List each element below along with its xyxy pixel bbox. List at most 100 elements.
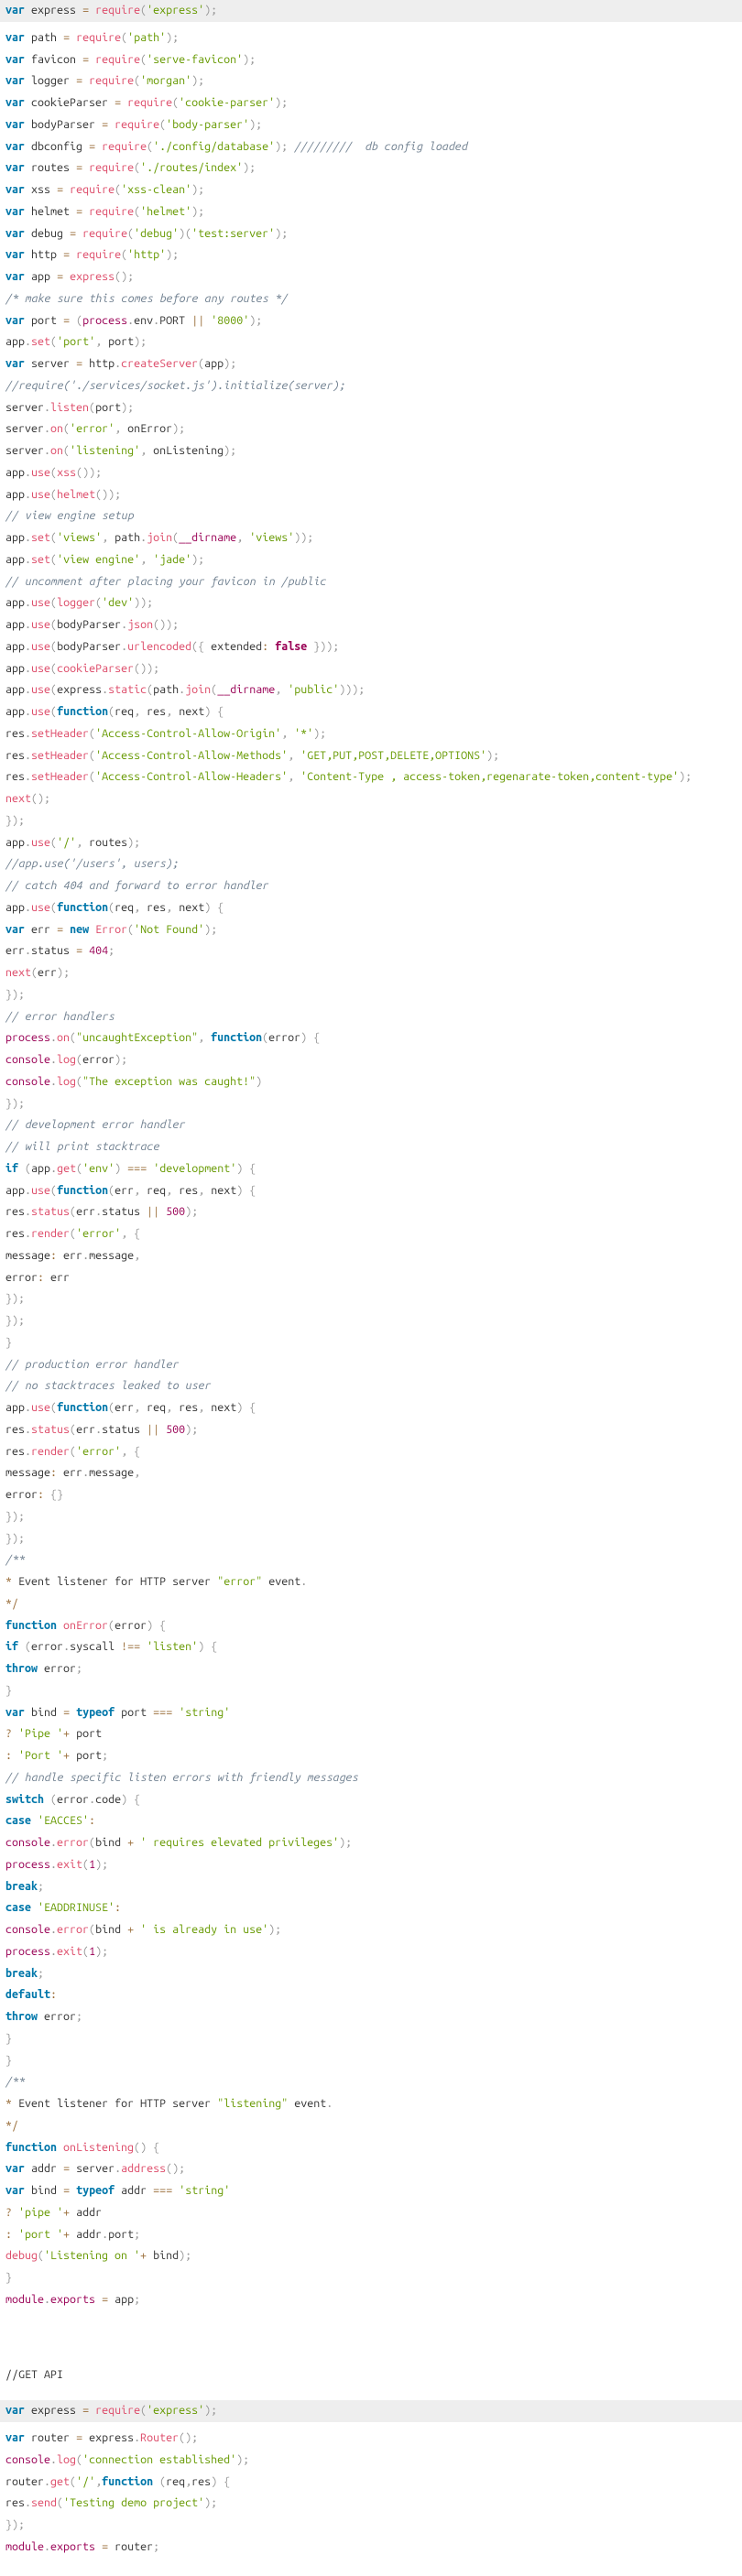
code-text: var express = require('express'); xyxy=(5,4,217,16)
code-line: */ xyxy=(5,1593,737,1615)
code-line: process.exit(1); xyxy=(5,1941,737,1963)
code-line: /** xyxy=(5,2071,737,2093)
code-line: app.set('port', port); xyxy=(5,332,737,353)
code-line: process.exit(1); xyxy=(5,1854,737,1876)
code-line: res.status(err.status || 500); xyxy=(5,1201,737,1223)
code-line: /* make sure this comes before any route… xyxy=(5,288,737,310)
code-line: var helmet = require('helmet'); xyxy=(5,201,737,223)
code-line: function onListening() { xyxy=(5,2137,737,2159)
code-line: } xyxy=(5,1332,737,1354)
code-text: var express = require('express'); xyxy=(5,2404,217,2417)
code-line: // development error handler xyxy=(5,1114,737,1136)
code-line: default: xyxy=(5,1984,737,2006)
code-line: res.status(err.status || 500); xyxy=(5,1419,737,1441)
code-line: server.listen(port); xyxy=(5,397,737,419)
code-line: var bind = typeof port === 'string' xyxy=(5,1702,737,1724)
code-line: var favicon = require('serve-favicon'); xyxy=(5,49,737,71)
code-line: server.on('listening', onListening); xyxy=(5,440,737,462)
code-line: if (app.get('env') === 'development') { xyxy=(5,1158,737,1180)
code-line: res.setHeader('Access-Control-Allow-Orig… xyxy=(5,723,737,745)
code-line: res.render('error', { xyxy=(5,1441,737,1463)
code-line: throw error; xyxy=(5,2006,737,2028)
code-line: : 'Port '+ port; xyxy=(5,1745,737,1767)
code-highlight-line: var express = require('express'); xyxy=(0,0,742,22)
code-line: ? 'pipe '+ addr xyxy=(5,2202,737,2224)
code-line: message: err.message, xyxy=(5,1245,737,1267)
code-line: }); xyxy=(5,1310,737,1332)
code-line: app.use(helmet()); xyxy=(5,484,737,506)
code-line: } xyxy=(5,2050,737,2072)
code-line: }); xyxy=(5,810,737,832)
code-line: res.send('Testing demo project'); xyxy=(5,2493,737,2515)
code-line: next(); xyxy=(5,788,737,810)
code-line: var app = express(); xyxy=(5,266,737,288)
code-line: var addr = server.address(); xyxy=(5,2158,737,2180)
code-line: var path = require('path'); xyxy=(5,27,737,49)
code-line: error: {} xyxy=(5,1484,737,1506)
code-line: } xyxy=(5,2028,737,2050)
code-line: var server = http.createServer(app); xyxy=(5,353,737,375)
section-heading: //GET API xyxy=(0,2361,742,2390)
code-line: app.use(express.static(path.join(__dirna… xyxy=(5,679,737,701)
code-highlight-line: var express = require('express'); xyxy=(0,2400,742,2422)
code-line: app.use(function(err, req, res, next) { xyxy=(5,1397,737,1419)
code-line: }); xyxy=(5,1528,737,1550)
code-line: switch (error.code) { xyxy=(5,1789,737,1811)
code-line: res.setHeader('Access-Control-Allow-Head… xyxy=(5,766,737,788)
code-line: next(err); xyxy=(5,962,737,984)
code-line: app.set('view engine', 'jade'); xyxy=(5,549,737,571)
code-line: message: err.message, xyxy=(5,1462,737,1484)
code-block-main: var path = require('path');var favicon =… xyxy=(0,24,742,2315)
code-line: case 'EACCES': xyxy=(5,1810,737,1832)
code-line: console.error(bind + ' requires elevated… xyxy=(5,1832,737,1854)
spacer xyxy=(0,2329,742,2352)
code-line: }); xyxy=(5,1288,737,1310)
code-line: //require('./services/socket.js').initia… xyxy=(5,375,737,397)
code-line: var debug = require('debug')('test:serve… xyxy=(5,223,737,245)
code-line: // handle specific listen errors with fr… xyxy=(5,1767,737,1789)
code-line: // uncomment after placing your favicon … xyxy=(5,571,737,593)
code-line: }); xyxy=(5,2515,737,2537)
code-line: var logger = require('morgan'); xyxy=(5,71,737,92)
code-line: app.use(function(req, res, next) { xyxy=(5,701,737,723)
code-line: var err = new Error('Not Found'); xyxy=(5,919,737,941)
code-line: err.status = 404; xyxy=(5,940,737,962)
code-line: console.log(error); xyxy=(5,1049,737,1071)
code-line: } xyxy=(5,1680,737,1702)
code-line: : 'port '+ addr.port; xyxy=(5,2224,737,2246)
code-line: debug('Listening on '+ bind); xyxy=(5,2245,737,2267)
code-line: app.use('/', routes); xyxy=(5,832,737,854)
code-line: var routes = require('./routes/index'); xyxy=(5,158,737,179)
code-line: error: err xyxy=(5,1267,737,1289)
code-line: } xyxy=(5,2267,737,2289)
code-line: // no stacktraces leaked to user xyxy=(5,1375,737,1397)
code-line: module.exports = router; xyxy=(5,2537,737,2559)
code-line: var dbconfig = require('./config/databas… xyxy=(5,136,737,158)
code-line: var xss = require('xss-clean'); xyxy=(5,179,737,201)
heading-text: //GET API xyxy=(5,2368,63,2381)
code-line: // catch 404 and forward to error handle… xyxy=(5,875,737,897)
code-line: app.use(xss()); xyxy=(5,462,737,484)
spacer xyxy=(0,2352,742,2361)
code-line: // will print stacktrace xyxy=(5,1136,737,1158)
code-line: app.use(cookieParser()); xyxy=(5,658,737,680)
code-line: */ xyxy=(5,2115,737,2137)
code-line: ? 'Pipe '+ port xyxy=(5,1723,737,1745)
code-line: }); xyxy=(5,984,737,1006)
code-line: console.error(bind + ' is already in use… xyxy=(5,1919,737,1941)
code-line: console.log('connection established'); xyxy=(5,2450,737,2472)
code-line: server.on('error', onError); xyxy=(5,418,737,440)
code-line: //app.use('/users', users); xyxy=(5,853,737,875)
code-line: }); xyxy=(5,1093,737,1115)
code-line: module.exports = app; xyxy=(5,2289,737,2311)
code-line: }); xyxy=(5,1506,737,1528)
code-line: process.on("uncaughtException", function… xyxy=(5,1027,737,1049)
code-line: console.log("The exception was caught!") xyxy=(5,1071,737,1093)
code-line: * Event listener for HTTP server "error"… xyxy=(5,1571,737,1593)
code-line: function onError(error) { xyxy=(5,1615,737,1637)
code-block-router: var router = express.Router();console.lo… xyxy=(0,2424,742,2562)
code-line: app.use(bodyParser.urlencoded({ extended… xyxy=(5,636,737,658)
code-line: break; xyxy=(5,1876,737,1898)
code-line: res.render('error', { xyxy=(5,1223,737,1245)
code-line: var port = (process.env.PORT || '8000'); xyxy=(5,310,737,332)
